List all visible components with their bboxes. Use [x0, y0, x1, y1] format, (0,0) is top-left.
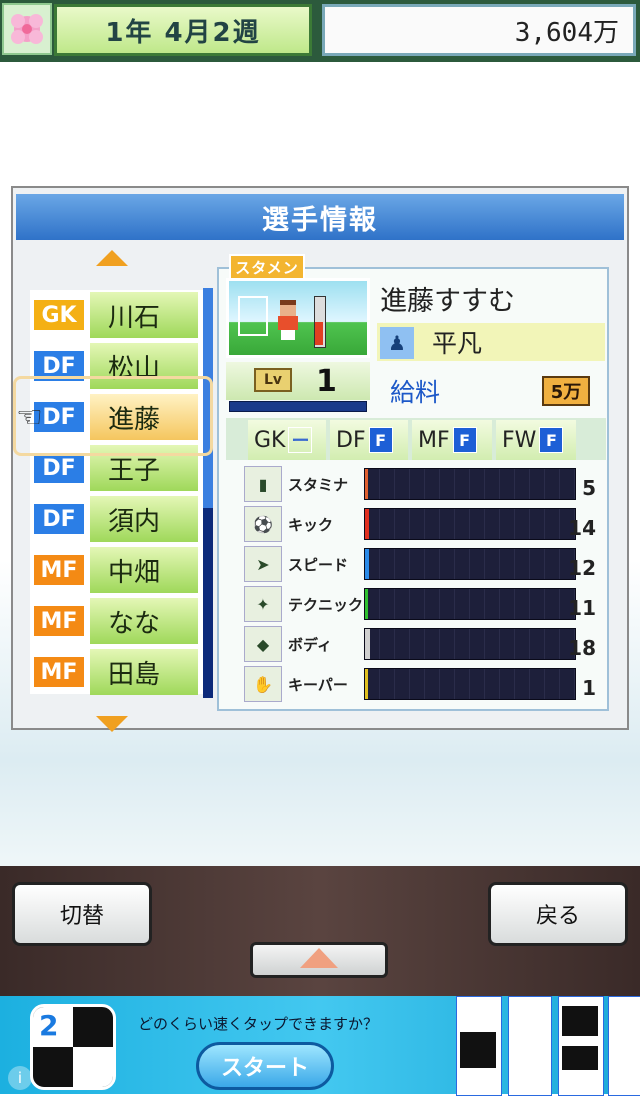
ad-app-icon[interactable]: 2: [30, 1004, 116, 1090]
stat-label: ボディ: [288, 635, 332, 654]
scroll-down-arrow-icon[interactable]: [96, 716, 128, 732]
stat-row: ⚽ キック 14: [244, 504, 608, 544]
stat-bar-fill: [365, 629, 371, 659]
aptitude-mf: MF F: [412, 420, 492, 460]
position-badge: DF: [32, 451, 86, 485]
aptitude-grade: F: [368, 427, 393, 453]
player-name: 進藤すすむ: [380, 285, 515, 317]
panel-title: 選手情報: [16, 194, 624, 240]
salary-label: 給料: [390, 378, 441, 407]
body-icon: ◆: [244, 626, 282, 662]
back-button[interactable]: 戻る: [488, 882, 628, 946]
keeper-icon: ✋: [244, 666, 282, 702]
aptitude-position: MF: [418, 427, 450, 453]
player-list-name: 川石: [90, 292, 198, 338]
level-box: [226, 362, 370, 400]
player-list-name: 田島: [90, 649, 198, 695]
stat-row: ▮ スタミナ 5: [244, 464, 608, 504]
stat-value: 12: [568, 556, 596, 580]
stat-bar: [364, 588, 576, 620]
roster-row[interactable]: DF 須内: [30, 496, 198, 542]
player-list-name: なな: [90, 598, 198, 644]
speed-icon: ➤: [244, 546, 282, 582]
date-display: 1年 4月2週: [54, 4, 312, 56]
stat-label: キック: [288, 515, 334, 534]
scroll-up-arrow-icon[interactable]: [96, 250, 128, 266]
starter-badge: スタメン: [229, 254, 305, 280]
stat-value: 11: [568, 596, 596, 620]
roster-row[interactable]: GK 川石: [30, 292, 198, 338]
stat-bar-fill: [365, 509, 370, 539]
ad-piano-tiles-image: [456, 996, 640, 1096]
salary-value: 5万: [542, 376, 590, 406]
stat-bar-fill: [365, 469, 368, 499]
season-flower-icon: [2, 3, 52, 55]
level-value: 1: [316, 363, 337, 399]
experience-bar: [229, 401, 367, 412]
aptitude-gk: GK ー: [248, 420, 326, 460]
stat-bar: [364, 508, 576, 540]
stat-bar-fill: [365, 549, 369, 579]
stat-bar: [364, 668, 576, 700]
ad-start-button[interactable]: スタート: [196, 1042, 334, 1090]
pointing-hand-icon: ☜: [16, 400, 43, 435]
ad-text: どのくらい速くタップできますか？: [138, 1014, 379, 1033]
stat-bar-fill: [365, 589, 369, 619]
stat-bar: [364, 548, 576, 580]
switch-button[interactable]: 切替: [12, 882, 152, 946]
up-arrow-icon: [300, 948, 338, 968]
player-sprite-icon: [274, 300, 302, 340]
battery-icon: ▮: [244, 466, 282, 502]
stat-value: 18: [568, 636, 596, 660]
technique-icon: ✦: [244, 586, 282, 622]
date-text: 1年 4月2週: [105, 17, 261, 48]
aptitude-position: GK: [254, 427, 286, 453]
ad-app-number: 2: [39, 1009, 59, 1042]
stat-row: ➤ スピード 12: [244, 544, 608, 584]
aptitude-grade: F: [539, 427, 564, 453]
stat-row: ◆ ボディ 18: [244, 624, 608, 664]
stat-label: テクニック: [288, 595, 364, 614]
aptitude-fw: FW F: [496, 420, 576, 460]
funds-display: 3,604万: [322, 4, 636, 56]
stat-row: ✦ テクニック 11: [244, 584, 608, 624]
stat-label: キーパー: [288, 675, 348, 694]
position-badge: MF: [32, 604, 86, 638]
stat-value: 14: [568, 516, 596, 540]
roster-row[interactable]: MF 中畑: [30, 547, 198, 593]
stat-bar: [364, 628, 576, 660]
aptitude-grade: F: [452, 427, 477, 453]
ad-info-icon[interactable]: i: [8, 1066, 32, 1090]
kick-icon: ⚽: [244, 506, 282, 542]
roster-row[interactable]: MF 田島: [30, 649, 198, 695]
stat-label: スピード: [288, 555, 349, 574]
position-badge: DF: [32, 502, 86, 536]
level-label: Lv: [254, 368, 292, 392]
player-list-name: 須内: [90, 496, 198, 542]
position-badge: MF: [32, 655, 86, 689]
selection-cursor: [13, 376, 213, 456]
stat-row: ✋ キーパー 1: [244, 664, 608, 704]
player-trait: 平凡: [432, 329, 483, 358]
stat-label: スタミナ: [288, 475, 349, 494]
position-badge: MF: [32, 553, 86, 587]
stat-value: 5: [582, 476, 596, 500]
goal-icon: [238, 296, 268, 336]
person-icon: ♟: [380, 327, 414, 359]
aptitude-position: DF: [336, 427, 366, 453]
stat-value: 1: [582, 676, 596, 700]
stat-bar-fill: [365, 669, 368, 699]
player-list-name: 中畑: [90, 547, 198, 593]
aptitude-df: DF F: [330, 420, 408, 460]
aptitude-grade: ー: [288, 427, 313, 453]
stat-bar: [364, 468, 576, 500]
condition-gauge-fill: [315, 322, 323, 345]
position-badge: GK: [32, 298, 86, 332]
funds-text: 3,604万: [514, 17, 619, 48]
aptitude-position: FW: [502, 427, 537, 453]
roster-row[interactable]: MF なな: [30, 598, 198, 644]
